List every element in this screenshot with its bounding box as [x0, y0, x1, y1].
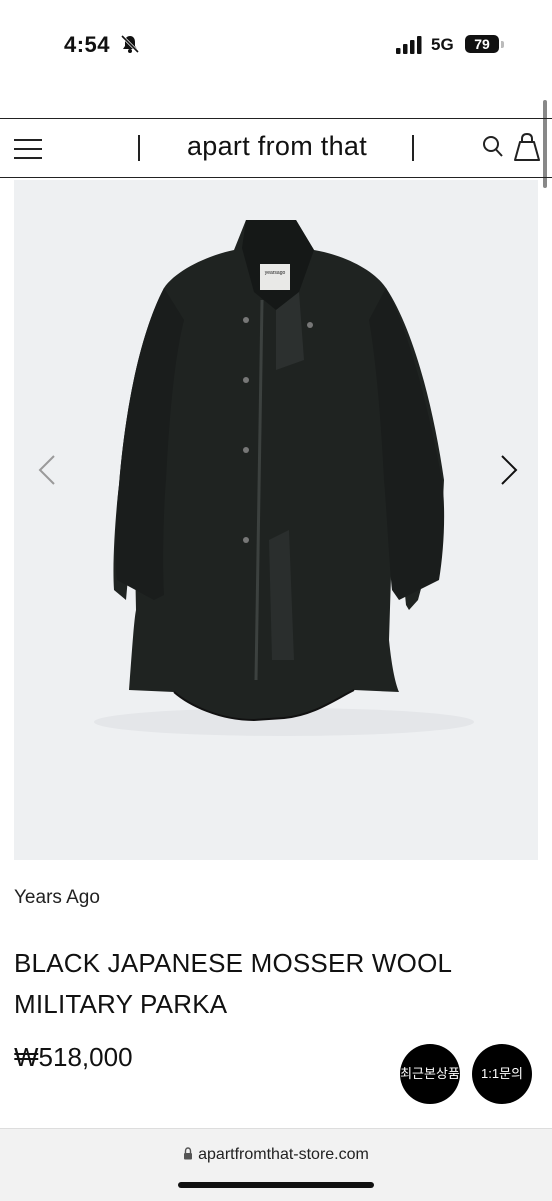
- url-display[interactable]: apartfromthat-store.com: [0, 1146, 552, 1164]
- chevron-right-icon[interactable]: [488, 450, 528, 490]
- network-type: 5G: [431, 35, 454, 54]
- search-icon[interactable]: [482, 135, 504, 159]
- parka-illustration: yearsago: [94, 220, 474, 736]
- inquiry-button[interactable]: 1:1문의: [472, 1044, 532, 1104]
- chevron-left-icon[interactable]: [28, 450, 68, 490]
- shopping-bag-icon[interactable]: [514, 133, 540, 161]
- hamburger-menu-icon[interactable]: [14, 139, 42, 159]
- product-price: ₩518,000: [14, 1042, 133, 1072]
- product-image[interactable]: yearsago: [14, 180, 538, 860]
- site-logo[interactable]: apart from that: [140, 131, 414, 162]
- browser-url-bar[interactable]: apartfromthat-store.com: [0, 1128, 552, 1201]
- status-bar: 4:54 5G 79: [0, 0, 552, 90]
- lock-icon: [184, 1147, 193, 1160]
- home-indicator[interactable]: [178, 1182, 374, 1188]
- silent-bell-icon: [120, 34, 140, 54]
- battery-tip: [501, 41, 504, 48]
- garment-label-text: yearsago: [265, 270, 286, 276]
- site-header: apart from that: [0, 118, 552, 178]
- product-brand-link[interactable]: Years Ago: [14, 887, 100, 909]
- battery-indicator: 79: [465, 35, 499, 53]
- product-title: BLACK JAPANESE MOSSER WOOL MILITARY PARK…: [14, 948, 452, 1019]
- status-time: 4:54: [64, 32, 111, 57]
- url-text: apartfromthat-store.com: [198, 1146, 369, 1163]
- header-divider-right: [412, 135, 414, 161]
- recent-items-button[interactable]: 최근본상품: [400, 1044, 460, 1104]
- signal-icon: [396, 36, 422, 54]
